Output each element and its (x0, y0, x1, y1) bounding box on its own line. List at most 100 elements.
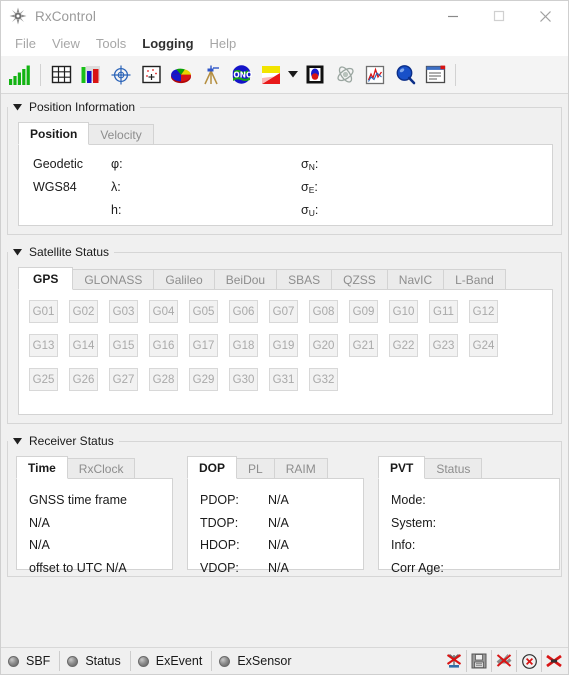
satellite-cell[interactable]: G20 (309, 334, 338, 357)
no-satellite-icon[interactable] (492, 650, 517, 672)
satellite-cell[interactable]: G04 (149, 300, 178, 323)
status-indicator-exevent[interactable]: ExEvent (131, 651, 213, 671)
tab-pl[interactable]: PL (236, 458, 275, 479)
tab-gps[interactable]: GPS (18, 267, 74, 290)
satellite-cell[interactable]: G30 (229, 368, 258, 391)
receiver-status-header[interactable]: Receiver Status (7, 432, 562, 450)
tab-rxclock[interactable]: RxClock (66, 458, 136, 479)
system-label: System: (391, 515, 437, 530)
satellite-cell[interactable]: G06 (229, 300, 258, 323)
tdop-value: N/A (268, 515, 289, 530)
position-panel: Geodetic φ: σN: WGS84 λ: σE: h: σU: (18, 144, 553, 226)
no-antenna-icon[interactable] (442, 650, 467, 672)
close-icon[interactable] (522, 1, 568, 31)
satellite-cell[interactable]: G24 (469, 334, 498, 357)
scatter-plot-icon[interactable] (137, 60, 165, 90)
status-indicator-status[interactable]: Status (60, 651, 131, 671)
antenna-monitor-icon[interactable] (301, 60, 329, 90)
led-icon-status (67, 655, 79, 667)
dropdown-arrow-icon[interactable] (286, 60, 300, 90)
satellite-cell[interactable]: G19 (269, 334, 298, 357)
menu-view[interactable]: View (44, 33, 88, 54)
pvt-row-corr-age: Corr Age: (391, 557, 547, 580)
log-window-icon[interactable] (421, 60, 449, 90)
satellite-status-header[interactable]: Satellite Status (7, 243, 562, 261)
graph-window-icon[interactable] (361, 60, 389, 90)
satellite-cell[interactable]: G09 (349, 300, 378, 323)
tab-sbas[interactable]: SBAS (276, 269, 333, 290)
pie-chart-icon[interactable] (167, 60, 195, 90)
satellite-cell[interactable]: G01 (29, 300, 58, 323)
collapse-triangle-icon[interactable] (11, 435, 23, 447)
grid-table-icon[interactable] (47, 60, 75, 90)
minimize-icon[interactable] (430, 1, 476, 31)
satellite-cell[interactable]: G22 (389, 334, 418, 357)
tab-status[interactable]: Status (424, 458, 483, 479)
position-information-header[interactable]: Position Information (7, 98, 562, 116)
receiver-status-group: Receiver Status Time RxClock GNSS time f… (7, 432, 562, 577)
satellite-cell[interactable]: G28 (149, 368, 178, 391)
satellite-cell[interactable]: G14 (69, 334, 98, 357)
collapse-triangle-icon[interactable] (11, 101, 23, 113)
magnifier-icon[interactable] (391, 60, 419, 90)
status-indicator-exsensor[interactable]: ExSensor (212, 651, 300, 671)
satellite-cell[interactable]: G12 (469, 300, 498, 323)
survey-tripod-icon[interactable] (197, 60, 225, 90)
satellite-cell[interactable]: G16 (149, 334, 178, 357)
crosshair-target-icon[interactable] (107, 60, 135, 90)
tab-qzss[interactable]: QZSS (331, 269, 388, 290)
menu-file[interactable]: File (7, 33, 44, 54)
position-row-2: WGS84 λ: σE: (33, 180, 538, 203)
spectrum-icon[interactable] (257, 60, 285, 90)
satellite-cell[interactable]: G10 (389, 300, 418, 323)
satellite-cell[interactable]: G21 (349, 334, 378, 357)
satellite-cell[interactable]: G08 (309, 300, 338, 323)
status-bar: SBF Status ExEvent ExSensor (1, 647, 568, 674)
satellite-cell[interactable]: G15 (109, 334, 138, 357)
iono-globe-icon[interactable]: IONO (227, 60, 255, 90)
disk-logging-icon[interactable] (467, 650, 492, 672)
satellite-cell[interactable]: G13 (29, 334, 58, 357)
tab-dop[interactable]: DOP (187, 456, 238, 479)
satellite-cell[interactable]: G29 (189, 368, 218, 391)
satellite-cell[interactable]: G26 (69, 368, 98, 391)
satellite-cell[interactable]: G25 (29, 368, 58, 391)
disconnect-icon[interactable] (542, 650, 566, 672)
tab-time[interactable]: Time (16, 456, 68, 479)
satellite-cell[interactable]: G11 (429, 300, 458, 323)
tab-galileo[interactable]: Galileo (153, 269, 215, 290)
satellite-cell[interactable]: G03 (109, 300, 138, 323)
time-panel: GNSS time frame N/A N/A offset to UTC N/… (16, 478, 173, 575)
maximize-icon[interactable] (476, 1, 522, 31)
status-indicator-sbf[interactable]: SBF (1, 651, 61, 671)
group-divider (140, 107, 562, 108)
satellite-cell[interactable]: G32 (309, 368, 338, 391)
tab-velocity[interactable]: Velocity (88, 124, 154, 145)
satellite-cell[interactable]: G31 (269, 368, 298, 391)
satellite-cell[interactable]: G23 (429, 334, 458, 357)
signal-bars-icon[interactable] (6, 60, 34, 90)
field-sigma-n: σN: (301, 157, 319, 172)
tab-beidou[interactable]: BeiDou (213, 269, 278, 290)
satellite-cell[interactable]: G18 (229, 334, 258, 357)
satellite-cell[interactable]: G05 (189, 300, 218, 323)
menu-help[interactable]: Help (202, 33, 245, 54)
satellite-cell[interactable]: G07 (269, 300, 298, 323)
tab-raim[interactable]: RAIM (273, 458, 328, 479)
tab-lband[interactable]: L-Band (443, 269, 506, 290)
menu-logging[interactable]: Logging (134, 33, 201, 54)
menu-tools[interactable]: Tools (88, 33, 134, 54)
no-connection-icon[interactable] (517, 650, 542, 672)
collapse-triangle-icon[interactable] (11, 246, 23, 258)
satellite-cell[interactable]: G17 (189, 334, 218, 357)
tab-glonass[interactable]: GLONASS (72, 269, 155, 290)
tab-navic[interactable]: NavIC (386, 269, 445, 290)
satellite-cell[interactable]: G02 (69, 300, 98, 323)
tab-pvt[interactable]: PVT (378, 456, 426, 479)
pvt-row-mode: Mode: (391, 489, 547, 512)
tab-position[interactable]: Position (18, 122, 90, 145)
position-information-group: Position Information Position Velocity G… (7, 98, 562, 235)
satellite-orbit-icon[interactable] (331, 60, 359, 90)
bar-chart-icon[interactable] (77, 60, 105, 90)
satellite-cell[interactable]: G27 (109, 368, 138, 391)
